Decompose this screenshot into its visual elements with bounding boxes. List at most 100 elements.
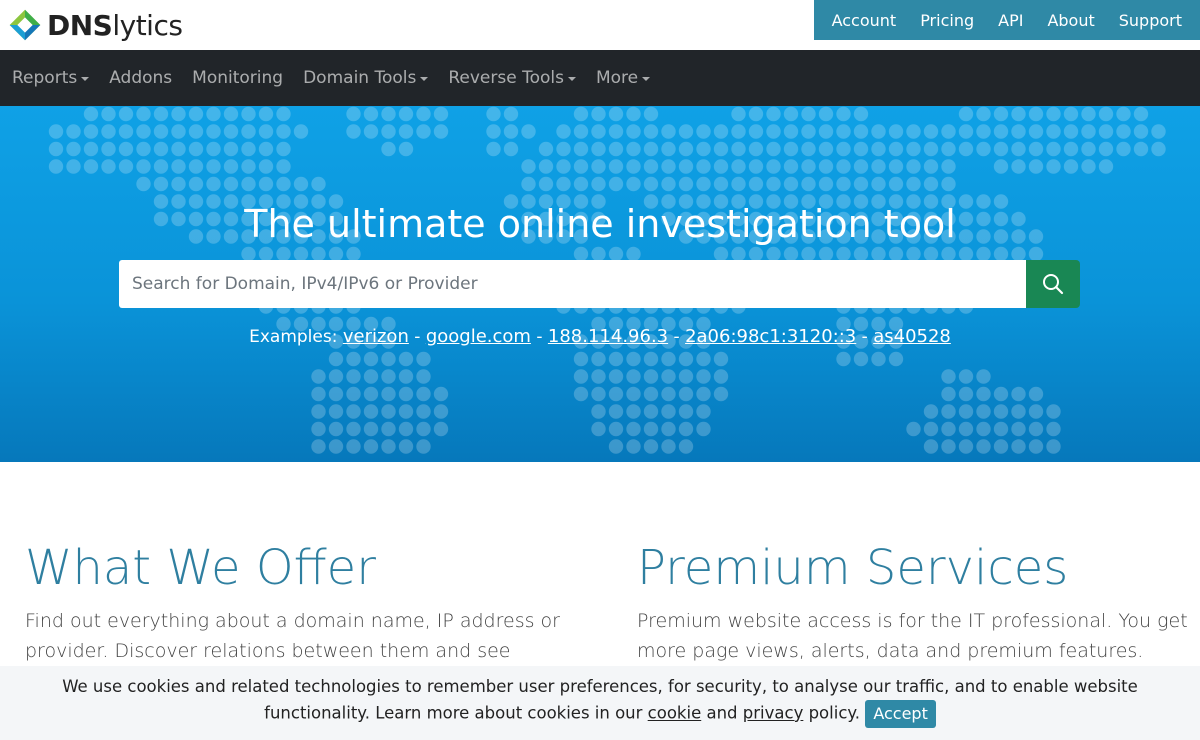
map-dot xyxy=(713,159,729,174)
map-dot xyxy=(346,124,361,139)
map-dot xyxy=(923,124,939,139)
map-dot xyxy=(363,124,379,139)
map-dot xyxy=(713,369,729,384)
map-dot xyxy=(958,124,974,139)
top-links: Account Pricing API About Support xyxy=(813,0,1200,40)
map-dot xyxy=(1028,404,1044,419)
map-dot xyxy=(643,141,659,157)
accept-cookies-button[interactable]: Accept xyxy=(865,700,936,728)
top-link-support[interactable]: Support xyxy=(1107,11,1194,30)
map-dot xyxy=(521,176,536,192)
map-dot xyxy=(416,404,431,419)
map-dot xyxy=(311,404,326,419)
map-dot xyxy=(241,176,256,192)
map-dot xyxy=(381,369,396,384)
map-dot xyxy=(556,159,571,174)
map-dot xyxy=(1046,404,1061,419)
map-dot xyxy=(836,141,851,157)
map-dot xyxy=(433,106,449,122)
top-link-pricing[interactable]: Pricing xyxy=(908,11,986,30)
map-dot xyxy=(311,439,326,454)
map-dot xyxy=(626,369,641,384)
map-dot xyxy=(573,351,589,367)
map-dot xyxy=(276,141,291,157)
top-link-api[interactable]: API xyxy=(986,11,1035,30)
map-dot xyxy=(346,421,361,437)
map-dot xyxy=(206,176,221,192)
map-dot xyxy=(626,386,641,402)
map-dot xyxy=(1011,386,1026,402)
privacy-policy-link[interactable]: privacy xyxy=(743,704,804,723)
search-button[interactable] xyxy=(1026,260,1080,308)
map-dot xyxy=(783,176,799,192)
map-dot xyxy=(591,404,606,419)
map-dot xyxy=(433,386,449,402)
map-dot xyxy=(958,421,974,437)
map-dot xyxy=(258,159,274,174)
nav-addons[interactable]: Addons xyxy=(99,68,182,88)
nav-reverse-tools[interactable]: Reverse Tools xyxy=(438,68,586,88)
map-dot xyxy=(976,124,991,139)
map-dot xyxy=(993,439,1009,454)
map-dot xyxy=(416,106,431,122)
map-dot xyxy=(853,159,869,174)
map-dot xyxy=(486,106,501,122)
nav-reports[interactable]: Reports xyxy=(2,68,99,88)
map-dot xyxy=(871,124,886,139)
nav-monitoring[interactable]: Monitoring xyxy=(182,68,293,88)
brand-logo[interactable]: DNSlytics xyxy=(8,6,183,44)
map-dot xyxy=(1133,141,1149,157)
map-dot xyxy=(1011,404,1026,419)
map-dot xyxy=(626,176,641,192)
map-dot xyxy=(976,439,991,454)
map-dot xyxy=(398,439,414,454)
map-dot xyxy=(171,124,186,139)
nav-domain-tools[interactable]: Domain Tools xyxy=(293,68,438,88)
map-dot xyxy=(906,421,921,437)
map-dot xyxy=(906,141,921,157)
map-dot xyxy=(136,124,151,139)
map-dot xyxy=(906,159,921,174)
map-dot xyxy=(293,176,309,192)
map-dot xyxy=(591,176,606,192)
map-dot xyxy=(346,439,361,454)
map-dot xyxy=(853,351,869,367)
caret-down-icon xyxy=(420,77,429,81)
map-dot xyxy=(678,386,694,402)
map-dot xyxy=(976,369,991,384)
map-dot xyxy=(836,124,851,139)
example-link-google[interactable]: google.com xyxy=(426,326,531,347)
example-link-ipv4[interactable]: 188.114.96.3 xyxy=(548,326,668,347)
map-dot xyxy=(66,159,81,174)
map-dot xyxy=(188,124,204,139)
map-dot xyxy=(241,141,256,157)
map-dot xyxy=(626,141,641,157)
top-link-about[interactable]: About xyxy=(1035,11,1106,30)
search-examples: Examples: verizon - google.com - 188.114… xyxy=(249,326,951,347)
map-dot xyxy=(801,141,816,157)
cookie-policy-link[interactable]: cookie xyxy=(648,704,702,723)
top-link-account[interactable]: Account xyxy=(820,11,909,30)
map-dot xyxy=(1063,124,1079,139)
map-dot xyxy=(416,124,431,139)
example-link-verizon[interactable]: verizon xyxy=(343,326,409,347)
map-dot xyxy=(993,141,1009,157)
nav-more[interactable]: More xyxy=(586,68,660,88)
map-dot xyxy=(381,106,396,122)
map-dot xyxy=(346,369,361,384)
map-dot xyxy=(398,369,414,384)
map-dot xyxy=(381,404,396,419)
map-dot xyxy=(1011,141,1026,157)
search-input[interactable] xyxy=(119,260,1027,308)
map-dot xyxy=(573,159,589,174)
map-dot xyxy=(923,176,939,192)
map-dot xyxy=(731,141,746,157)
map-dot xyxy=(153,176,169,192)
map-dot xyxy=(591,421,606,437)
map-dot xyxy=(748,159,764,174)
map-dot xyxy=(1133,106,1149,122)
example-link-ipv6[interactable]: 2a06:98c1:3120::3 xyxy=(685,326,856,347)
map-dot xyxy=(1081,106,1096,122)
example-link-asn[interactable]: as40528 xyxy=(873,326,951,347)
map-dot xyxy=(643,421,659,437)
